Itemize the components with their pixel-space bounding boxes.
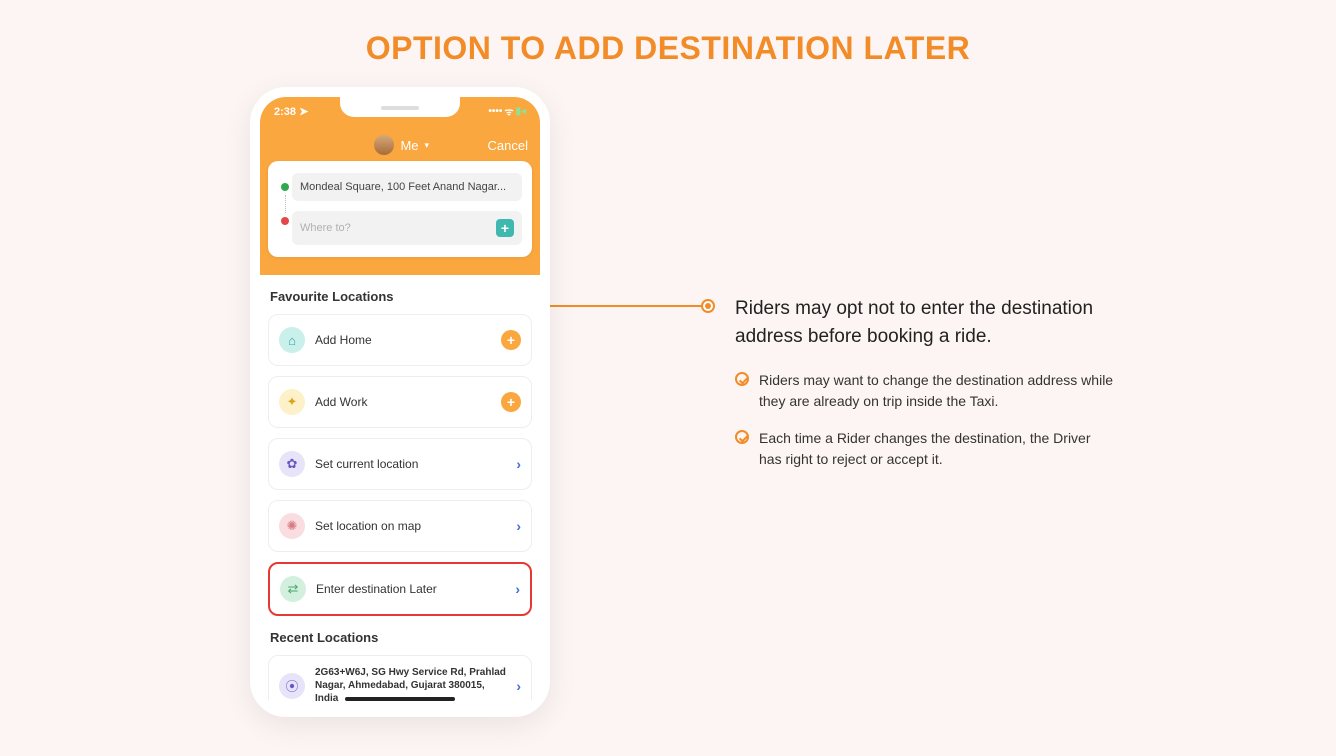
chevron-down-icon: ▾	[425, 140, 430, 151]
main-description: Riders may opt not to enter the destinat…	[735, 295, 1115, 350]
chevron-right-icon: ›	[516, 678, 521, 694]
route-card: Mondeal Square, 100 Feet Anand Nagar... …	[268, 161, 532, 257]
phone-frame: 2:38 ➤ •••• ᯤ ▮◂ Me ▾ Cancel	[250, 87, 550, 717]
bullet-text: Each time a Rider changes the destinatio…	[759, 428, 1115, 470]
recent-location-row[interactable]: ⦿ 2G63+W6J, SG Hwy Service Rd, Prahlad N…	[268, 655, 532, 716]
enter-later-label: Enter destination Later	[316, 582, 505, 596]
add-work-label: Add Work	[315, 395, 491, 409]
check-icon	[735, 430, 749, 444]
check-icon	[735, 372, 749, 386]
signal-icon: ••••	[488, 106, 502, 117]
bullet-text: Riders may want to change the destinatio…	[759, 370, 1115, 412]
set-on-map-row[interactable]: ✺ Set location on map ›	[268, 500, 532, 552]
add-home-row[interactable]: ⌂ Add Home +	[268, 314, 532, 366]
set-on-map-label: Set location on map	[315, 519, 506, 533]
cancel-button[interactable]: Cancel	[488, 138, 528, 153]
home-icon: ⌂	[279, 327, 305, 353]
user-label: Me	[400, 138, 418, 153]
bullet-item: Riders may want to change the destinatio…	[735, 370, 1115, 412]
add-icon[interactable]: +	[501, 392, 521, 412]
home-indicator	[345, 697, 455, 701]
recent-heading: Recent Locations	[260, 616, 540, 655]
set-current-label: Set current location	[315, 457, 506, 471]
add-work-row[interactable]: ✦ Add Work +	[268, 376, 532, 428]
phone-notch	[340, 95, 460, 117]
pin-icon: ⦿	[279, 673, 305, 699]
pickup-dot-icon	[281, 183, 289, 191]
wifi-icon: ᯤ	[504, 104, 513, 118]
battery-icon: ▮◂	[515, 106, 526, 117]
pickup-input[interactable]: Mondeal Square, 100 Feet Anand Nagar...	[292, 173, 522, 201]
chevron-right-icon: ›	[515, 581, 520, 597]
later-icon: ⇄	[280, 576, 306, 602]
chevron-right-icon: ›	[516, 456, 521, 472]
status-icons: •••• ᯤ ▮◂	[488, 104, 526, 118]
favourites-heading: Favourite Locations	[260, 275, 540, 314]
bullet-item: Each time a Rider changes the destinatio…	[735, 428, 1115, 470]
add-icon[interactable]: +	[501, 330, 521, 350]
page-title: OPTION TO ADD DESTINATION LATER	[0, 0, 1336, 67]
location-icon: ✿	[279, 451, 305, 477]
user-selector[interactable]: Me ▾	[374, 135, 429, 155]
app-header: Me ▾ Cancel	[260, 125, 540, 165]
add-destination-button[interactable]: +	[496, 219, 514, 237]
destination-input[interactable]: Where to? +	[292, 211, 522, 245]
connector-line	[542, 305, 702, 307]
pickup-value: Mondeal Square, 100 Feet Anand Nagar...	[300, 181, 506, 193]
status-time: 2:38 ➤	[274, 105, 308, 118]
enter-later-row[interactable]: ⇄ Enter destination Later ›	[268, 562, 532, 616]
add-home-label: Add Home	[315, 333, 491, 347]
description-column: Riders may opt not to enter the destinat…	[735, 295, 1115, 470]
set-current-location-row[interactable]: ✿ Set current location ›	[268, 438, 532, 490]
avatar	[374, 135, 394, 155]
connector-dot-icon	[701, 299, 715, 313]
map-icon: ✺	[279, 513, 305, 539]
chevron-right-icon: ›	[516, 518, 521, 534]
destination-dot-icon	[281, 217, 289, 225]
destination-placeholder: Where to?	[300, 222, 351, 234]
work-icon: ✦	[279, 389, 305, 415]
